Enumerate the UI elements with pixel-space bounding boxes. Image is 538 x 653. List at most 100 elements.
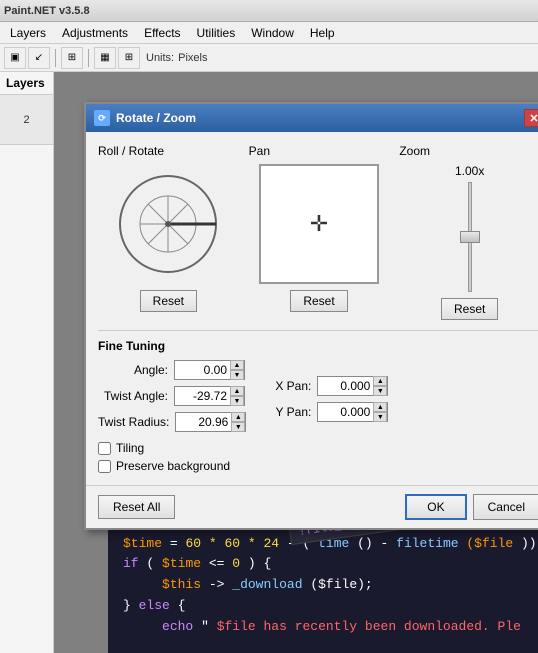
y-pan-spin-down[interactable]: ▼ — [373, 412, 387, 422]
zoom-controls: 1.00x — [455, 164, 484, 292]
preserve-bg-checkbox[interactable] — [98, 460, 111, 473]
preserve-bg-label: Preserve background — [116, 459, 230, 473]
tiling-checkbox[interactable] — [98, 442, 111, 455]
units-label: Units: — [146, 52, 174, 64]
dialog-footer: Reset All OK Cancel — [86, 485, 538, 528]
main-area: Layers 2 ); !file_exists($file) || files… — [0, 72, 538, 653]
right-field-group: X Pan: ▲ ▼ — [266, 359, 388, 433]
zoom-reset-button[interactable]: Reset — [441, 298, 498, 320]
angle-label: Angle: — [98, 363, 168, 377]
roll-rotate-reset-button[interactable]: Reset — [140, 290, 197, 312]
toolbar-btn-2[interactable]: ↙ — [28, 47, 50, 69]
code-line-5: $this -> _download ($file); — [123, 575, 523, 596]
twist-radius-spin: ▲ ▼ — [231, 412, 245, 432]
x-pan-spin: ▲ ▼ — [373, 376, 387, 396]
angle-row: Angle: ▲ ▼ — [98, 359, 246, 381]
twist-radius-input[interactable] — [176, 413, 231, 431]
twist-angle-input[interactable] — [175, 387, 230, 405]
toolbar-btn-grid2[interactable]: ⊞ — [118, 47, 140, 69]
layers-panel-label: Layers — [0, 72, 53, 95]
title-bar: Paint.NET v3.5.8 — [0, 0, 538, 22]
menu-window[interactable]: Window — [243, 24, 302, 42]
zoom-section: Zoom 1.00x Reset — [399, 144, 538, 320]
toolbar-sep-1 — [55, 49, 56, 67]
left-field-group: Angle: ▲ ▼ — [98, 359, 246, 433]
dialog-body: Roll / Rotate — [86, 132, 538, 485]
angle-spin: ▲ ▼ — [230, 360, 244, 380]
toolbar-btn-window[interactable]: ⊞ — [61, 47, 83, 69]
menu-layers[interactable]: Layers — [2, 24, 54, 42]
menu-bar: Layers Adjustments Effects Utilities Win… — [0, 22, 538, 44]
angle-spin-up[interactable]: ▲ — [230, 360, 244, 370]
y-pan-row: Y Pan: ▲ ▼ — [266, 401, 388, 423]
cancel-button[interactable]: Cancel — [473, 494, 538, 520]
layers-panel: Layers 2 — [0, 72, 54, 653]
menu-utilities[interactable]: Utilities — [189, 24, 244, 42]
rotate-circle-container[interactable] — [108, 164, 228, 284]
menu-adjustments[interactable]: Adjustments — [54, 24, 136, 42]
zoom-value: 1.00x — [455, 164, 484, 178]
twist-angle-spin: ▲ ▼ — [230, 386, 244, 406]
code-line-7: echo " $file has recently been downloade… — [123, 617, 523, 638]
dialog-sections-row: Roll / Rotate — [98, 144, 538, 320]
fields-row: Angle: ▲ ▼ — [98, 359, 538, 433]
twist-radius-label: Twist Radius: — [98, 415, 169, 429]
zoom-slider-thumb[interactable] — [460, 231, 480, 243]
tiling-label: Tiling — [116, 441, 144, 455]
twist-radius-spin-down[interactable]: ▼ — [231, 422, 245, 432]
twist-angle-input-wrap: ▲ ▼ — [174, 386, 245, 406]
footer-left: Reset All — [98, 495, 175, 519]
angle-input[interactable] — [175, 361, 230, 379]
x-pan-input[interactable] — [318, 377, 373, 395]
preserve-bg-row: Preserve background — [98, 459, 538, 473]
twist-angle-spin-up[interactable]: ▲ — [230, 386, 244, 396]
layer-item-2[interactable]: 2 — [0, 95, 53, 145]
ok-button[interactable]: OK — [405, 494, 466, 520]
twist-radius-row: Twist Radius: ▲ ▼ — [98, 411, 246, 433]
pan-crosshair-icon: ✛ — [310, 211, 328, 237]
zoom-label: Zoom — [399, 144, 430, 158]
roll-rotate-section: Roll / Rotate — [98, 144, 239, 320]
toolbar-sep-2 — [88, 49, 89, 67]
x-pan-row: X Pan: ▲ ▼ — [266, 375, 388, 397]
toolbar: ▣ ↙ ⊞ ▦ ⊞ Units: Pixels — [0, 44, 538, 72]
fine-tuning-section: Fine Tuning Angle: ▲ — [98, 330, 538, 473]
roll-rotate-label: Roll / Rotate — [98, 144, 164, 158]
rotate-circle-svg[interactable] — [113, 169, 223, 279]
fine-tuning-label: Fine Tuning — [98, 339, 538, 353]
code-line-4: if ( $time <= 0 ) { — [123, 554, 523, 575]
twist-radius-spin-up[interactable]: ▲ — [231, 412, 245, 422]
angle-input-wrap: ▲ ▼ — [174, 360, 245, 380]
code-line-6: } else { — [123, 596, 523, 617]
y-pan-input-wrap: ▲ ▼ — [317, 402, 388, 422]
y-pan-spin: ▲ ▼ — [373, 402, 387, 422]
angle-spin-down[interactable]: ▼ — [230, 370, 244, 380]
pan-reset-button[interactable]: Reset — [290, 290, 347, 312]
canvas-area: ); !file_exists($file) || filesize($file… — [54, 72, 538, 653]
menu-effects[interactable]: Effects — [136, 24, 188, 42]
twist-radius-input-wrap: ▲ ▼ — [175, 412, 246, 432]
rotate-zoom-dialog: ⟳ Rotate / Zoom ✕ Roll / Rotate — [84, 102, 538, 530]
y-pan-label: Y Pan: — [266, 405, 311, 419]
zoom-slider-container[interactable] — [456, 182, 484, 292]
x-pan-spin-down[interactable]: ▼ — [373, 386, 387, 396]
reset-all-button[interactable]: Reset All — [98, 495, 175, 519]
x-pan-input-wrap: ▲ ▼ — [317, 376, 388, 396]
pan-section: Pan ✛ Reset — [249, 144, 390, 320]
pan-area[interactable]: ✛ — [259, 164, 379, 284]
y-pan-input[interactable] — [318, 403, 373, 421]
toolbar-btn-grid[interactable]: ▦ — [94, 47, 116, 69]
x-pan-spin-up[interactable]: ▲ — [373, 376, 387, 386]
tiling-row: Tiling — [98, 441, 538, 455]
dialog-close-button[interactable]: ✕ — [524, 109, 538, 127]
twist-angle-label: Twist Angle: — [98, 389, 168, 403]
dialog-icon: ⟳ — [94, 110, 110, 126]
twist-angle-row: Twist Angle: ▲ ▼ — [98, 385, 246, 407]
y-pan-spin-up[interactable]: ▲ — [373, 402, 387, 412]
app-title: Paint.NET v3.5.8 — [4, 5, 90, 17]
menu-help[interactable]: Help — [302, 24, 343, 42]
dialog-title-bar: ⟳ Rotate / Zoom ✕ — [86, 104, 538, 132]
pan-label: Pan — [249, 144, 270, 158]
toolbar-btn-1[interactable]: ▣ — [4, 47, 26, 69]
twist-angle-spin-down[interactable]: ▼ — [230, 396, 244, 406]
